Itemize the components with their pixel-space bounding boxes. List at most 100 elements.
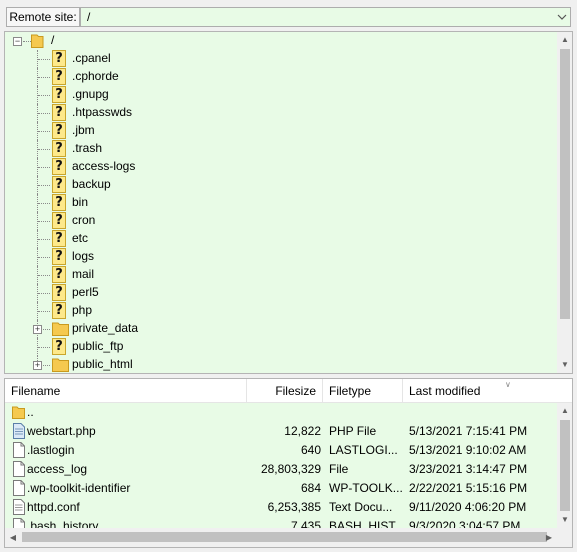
question-folder-icon: ?	[52, 176, 66, 193]
file-icon	[13, 480, 25, 496]
file-size: 7,435	[290, 519, 321, 528]
list-item[interactable]: webstart.php 12,822 PHP File 5/13/2021 7:15…	[5, 422, 557, 441]
file-name: ..	[27, 405, 34, 419]
folder-icon	[12, 406, 25, 419]
tree-item[interactable]: ? .jbm	[5, 122, 557, 140]
tree-item[interactable]: ? .htpasswds	[5, 104, 557, 122]
php-file-icon	[13, 423, 25, 439]
question-folder-icon: ?	[52, 266, 66, 283]
tree-item[interactable]: ? public_ftp	[5, 338, 557, 356]
tree-item[interactable]: ? .cpanel	[5, 50, 557, 68]
question-folder-icon: ?	[52, 338, 66, 355]
tree-item[interactable]: ? access-logs	[5, 158, 557, 176]
file-icon	[13, 461, 25, 477]
tree-item-label: .cpanel	[72, 51, 111, 65]
expand-icon[interactable]: +	[33, 325, 42, 334]
tree-item[interactable]: ? .gnupg	[5, 86, 557, 104]
file-modified: 9/11/2020 4:06:20 PM	[409, 500, 527, 514]
scroll-up-icon[interactable]: ▲	[557, 32, 572, 48]
scrollbar-thumb[interactable]	[560, 420, 570, 511]
list-item[interactable]: .lastlogin 640 LASTLOGI... 5/13/2021 9:10:0…	[5, 441, 557, 460]
list-item[interactable]: httpd.conf 6,253,385 Text Docu... 9/11/2020…	[5, 498, 557, 517]
file-modified: 3/23/2021 3:14:47 PM	[409, 462, 528, 476]
tree-body: − / ? .cpanel ? .cphorde? .gnupg ? .htpasswds?…	[5, 32, 557, 373]
list-item[interactable]: ..	[5, 403, 557, 422]
scroll-right-icon[interactable]: ▶	[541, 528, 557, 547]
tree-scrollbar[interactable]: ▲ ▼	[557, 32, 572, 373]
list-item[interactable]: .wp-toolkit-identifier 684 WP-TOOLK... 2/22…	[5, 479, 557, 498]
file-modified: 5/13/2021 7:15:41 PM	[409, 424, 528, 438]
remote-file-list[interactable]: Filename Filesize Filetype Last modified…	[4, 378, 573, 548]
file-type: PHP File	[329, 424, 377, 438]
folder-open-icon	[31, 34, 44, 48]
tree-item[interactable]: ? .trash	[5, 140, 557, 158]
question-folder-icon: ?	[52, 50, 66, 67]
question-folder-icon: ?	[52, 302, 66, 319]
remote-site-bar: Remote site: /	[0, 0, 577, 31]
chevron-down-icon[interactable]	[556, 11, 568, 23]
file-type: WP-TOOLK...	[329, 481, 403, 495]
file-icon	[13, 518, 25, 528]
tree-item[interactable]: ? logs	[5, 248, 557, 266]
expand-icon[interactable]: +	[33, 361, 42, 370]
tree-root-label: /	[51, 33, 55, 47]
tree-item[interactable]: ? mail	[5, 266, 557, 284]
question-folder-icon: ?	[52, 86, 66, 103]
tree-item[interactable]: ? etc	[5, 230, 557, 248]
list-item[interactable]: .bash_history 7,435 BASH_HIST... 9/3/2020 3…	[5, 517, 557, 528]
file-size: 640	[300, 443, 321, 457]
column-filetype[interactable]: Filetype	[323, 379, 403, 403]
text-file-icon	[13, 499, 25, 515]
scroll-left-icon[interactable]: ◀	[5, 528, 21, 547]
folder-icon	[52, 322, 69, 336]
file-name: .wp-toolkit-identifier	[27, 481, 131, 495]
column-filename[interactable]: Filename	[5, 379, 247, 403]
scroll-down-icon[interactable]: ▼	[557, 512, 572, 528]
tree-item-label: etc	[72, 231, 89, 245]
file-type: BASH_HIST...	[329, 519, 403, 528]
collapse-icon[interactable]: −	[13, 37, 22, 46]
question-folder-icon: ?	[52, 284, 66, 301]
remote-site-path: /	[87, 10, 91, 24]
file-modified: 5/13/2021 9:10:02 AM	[409, 443, 527, 457]
tree-item-label: public_html	[72, 357, 133, 371]
remote-site-path-input[interactable]: /	[80, 7, 571, 27]
tree-item[interactable]: ? php	[5, 302, 557, 320]
column-filesize[interactable]: Filesize	[247, 379, 323, 403]
scroll-up-icon[interactable]: ▲	[557, 403, 572, 419]
tree-root[interactable]: − /	[5, 32, 557, 50]
tree-item[interactable]: ? bin	[5, 194, 557, 212]
question-folder-icon: ?	[52, 158, 66, 175]
column-last-modified[interactable]: Last modified	[403, 379, 572, 403]
sort-indicator-icon: ∨	[505, 380, 511, 389]
list-item[interactable]: access_log 28,803,329 File 3/23/2021 3:14:4…	[5, 460, 557, 479]
scrollbar-thumb[interactable]	[22, 532, 547, 542]
question-folder-icon: ?	[52, 104, 66, 121]
tree-item[interactable]: ? .cphorde	[5, 68, 557, 86]
tree-item[interactable]: + private_data	[5, 320, 557, 338]
tree-item[interactable]: ? perl5	[5, 284, 557, 302]
list-horizontal-scrollbar[interactable]: ◀ ▶	[5, 528, 557, 547]
list-scrollbar[interactable]: ▲ ▼	[557, 403, 572, 528]
file-modified: 2/22/2021 5:15:16 PM	[409, 481, 528, 495]
question-folder-icon: ?	[52, 194, 66, 211]
tree-item[interactable]: ? cron	[5, 212, 557, 230]
tree-item-label: bin	[72, 195, 89, 209]
tree-item[interactable]: + public_html	[5, 356, 557, 373]
scroll-down-icon[interactable]: ▼	[557, 357, 572, 373]
file-icon	[13, 442, 25, 458]
tree-item-label: .jbm	[72, 123, 95, 137]
tree-item-label: backup	[72, 177, 111, 191]
question-folder-icon: ?	[52, 248, 66, 265]
tree-item-label: access-logs	[72, 159, 136, 173]
remote-directory-tree[interactable]: − / ? .cpanel ? .cphorde? .gnupg ? .htpasswds?…	[4, 31, 573, 374]
tree-item-label: .gnupg	[72, 87, 109, 101]
tree-item-label: logs	[72, 249, 95, 263]
file-modified: 9/3/2020 3:04:57 PM	[409, 519, 521, 528]
file-name: webstart.php	[27, 424, 96, 438]
scrollbar-thumb[interactable]	[560, 49, 570, 319]
file-type: File	[329, 462, 349, 476]
question-folder-icon: ?	[52, 68, 66, 85]
tree-item[interactable]: ? backup	[5, 176, 557, 194]
remote-site-label: Remote site:	[6, 7, 80, 27]
